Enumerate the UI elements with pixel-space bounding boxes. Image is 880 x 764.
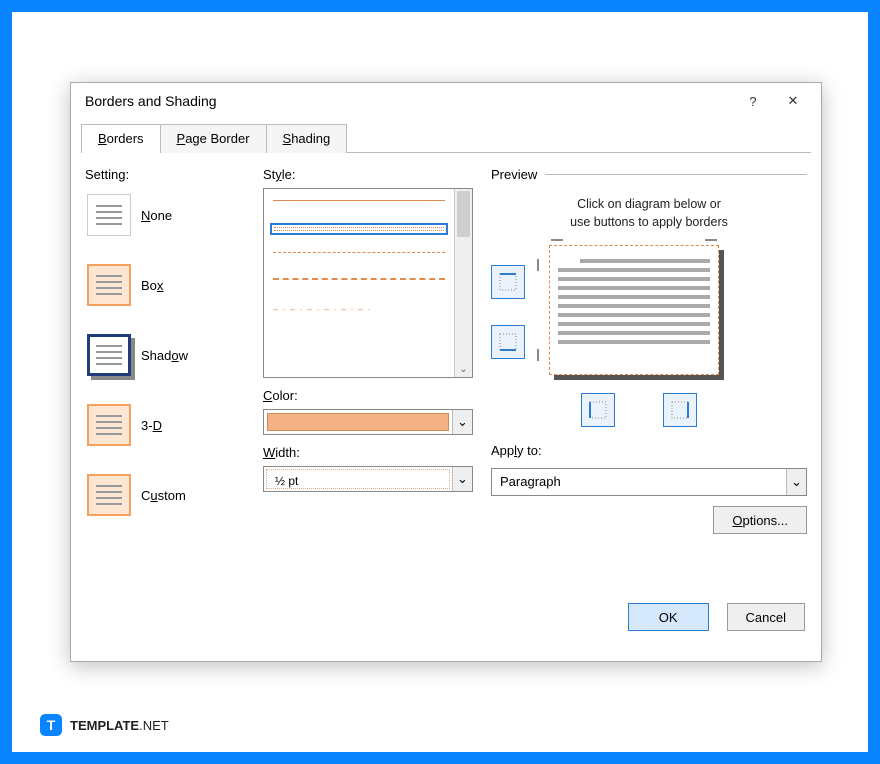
color-swatch bbox=[267, 413, 449, 431]
border-left-icon bbox=[588, 400, 608, 420]
dialog-title: Borders and Shading bbox=[85, 93, 733, 109]
chevron-down-icon: ⌄ bbox=[452, 410, 472, 434]
preview-label: Preview bbox=[491, 167, 807, 182]
style-list bbox=[264, 189, 454, 377]
setting-label: Setting: bbox=[85, 167, 245, 182]
dialog-body: Setting: None Box Shadow 3-D bbox=[71, 153, 821, 603]
tab-strip: Borders Page Border Shading bbox=[81, 123, 811, 153]
width-value: ½ pt bbox=[266, 469, 450, 489]
setting-shadow[interactable]: Shadow bbox=[87, 334, 245, 376]
setting-custom[interactable]: Custom bbox=[87, 474, 245, 516]
setting-shadow-label: Shadow bbox=[141, 348, 188, 363]
brand: T TEMPLATE.NET bbox=[40, 714, 169, 736]
ok-button[interactable]: OK bbox=[628, 603, 709, 631]
close-button[interactable]: ✕ bbox=[773, 86, 813, 116]
tab-borders[interactable]: Borders bbox=[81, 124, 161, 153]
dialog-footer: OK Cancel bbox=[71, 603, 821, 647]
border-bottom-button[interactable] bbox=[491, 325, 525, 359]
apply-to-label: Apply to: bbox=[491, 443, 807, 458]
style-option-dashdot[interactable] bbox=[270, 301, 448, 313]
brand-logo-icon: T bbox=[40, 714, 62, 736]
color-label: Color: bbox=[263, 388, 473, 403]
close-icon: ✕ bbox=[788, 93, 799, 109]
setting-3d-label: 3-D bbox=[141, 418, 162, 433]
cancel-button[interactable]: Cancel bbox=[727, 603, 805, 631]
chevron-down-icon: ⌄ bbox=[452, 467, 472, 491]
custom-icon bbox=[87, 474, 131, 516]
left-border-buttons bbox=[491, 265, 525, 359]
setting-none[interactable]: None bbox=[87, 194, 245, 236]
style-option-dash-large[interactable] bbox=[270, 275, 448, 287]
apply-to-value: Paragraph bbox=[492, 469, 786, 495]
style-option-solid[interactable] bbox=[270, 197, 448, 209]
bottom-border-buttons bbox=[581, 393, 807, 427]
shadow-icon bbox=[87, 334, 131, 376]
border-bottom-icon bbox=[498, 332, 518, 352]
preview-diagram[interactable] bbox=[549, 245, 719, 375]
scroll-thumb[interactable] bbox=[457, 191, 470, 237]
apply-to-dropdown[interactable]: Paragraph ⌄ bbox=[491, 468, 807, 496]
page-frame: Borders and Shading ? ✕ Borders Page Bor… bbox=[0, 0, 880, 764]
setting-3d[interactable]: 3-D bbox=[87, 404, 245, 446]
setting-box[interactable]: Box bbox=[87, 264, 245, 306]
setting-none-label: None bbox=[141, 208, 172, 223]
tab-shading[interactable]: Shading bbox=[266, 124, 348, 153]
style-column: Style: ⌄ Color: bbox=[263, 167, 473, 595]
setting-column: Setting: None Box Shadow 3-D bbox=[85, 167, 245, 595]
color-dropdown[interactable]: ⌄ bbox=[263, 409, 473, 435]
box-icon bbox=[87, 264, 131, 306]
width-label: Width: bbox=[263, 445, 473, 460]
preview-hint: Click on diagram below or use buttons to… bbox=[491, 196, 807, 231]
options-button[interactable]: Options... bbox=[713, 506, 807, 534]
help-icon: ? bbox=[749, 94, 756, 109]
border-top-icon bbox=[498, 272, 518, 292]
preview-area bbox=[491, 245, 807, 375]
tab-page-border[interactable]: Page Border bbox=[160, 124, 267, 153]
borders-shading-dialog: Borders and Shading ? ✕ Borders Page Bor… bbox=[70, 82, 822, 662]
style-listbox[interactable]: ⌄ bbox=[263, 188, 473, 378]
border-right-icon bbox=[670, 400, 690, 420]
brand-text: TEMPLATE.NET bbox=[70, 718, 169, 733]
none-icon bbox=[87, 194, 131, 236]
border-right-button[interactable] bbox=[663, 393, 697, 427]
scroll-down-icon[interactable]: ⌄ bbox=[455, 364, 472, 375]
style-label: Style: bbox=[263, 167, 473, 182]
help-button[interactable]: ? bbox=[733, 86, 773, 116]
setting-custom-label: Custom bbox=[141, 488, 186, 503]
threed-icon bbox=[87, 404, 131, 446]
style-scrollbar[interactable]: ⌄ bbox=[454, 189, 472, 377]
border-top-button[interactable] bbox=[491, 265, 525, 299]
preview-diagram-wrap bbox=[541, 245, 727, 375]
preview-column: Preview Click on diagram below or use bu… bbox=[491, 167, 807, 595]
chevron-down-icon: ⌄ bbox=[786, 469, 806, 495]
setting-box-label: Box bbox=[141, 278, 163, 293]
width-dropdown[interactable]: ½ pt ⌄ bbox=[263, 466, 473, 492]
border-left-button[interactable] bbox=[581, 393, 615, 427]
titlebar: Borders and Shading ? ✕ bbox=[71, 83, 821, 119]
style-option-dash-small[interactable] bbox=[270, 249, 448, 261]
style-option-dotted[interactable] bbox=[270, 223, 448, 235]
